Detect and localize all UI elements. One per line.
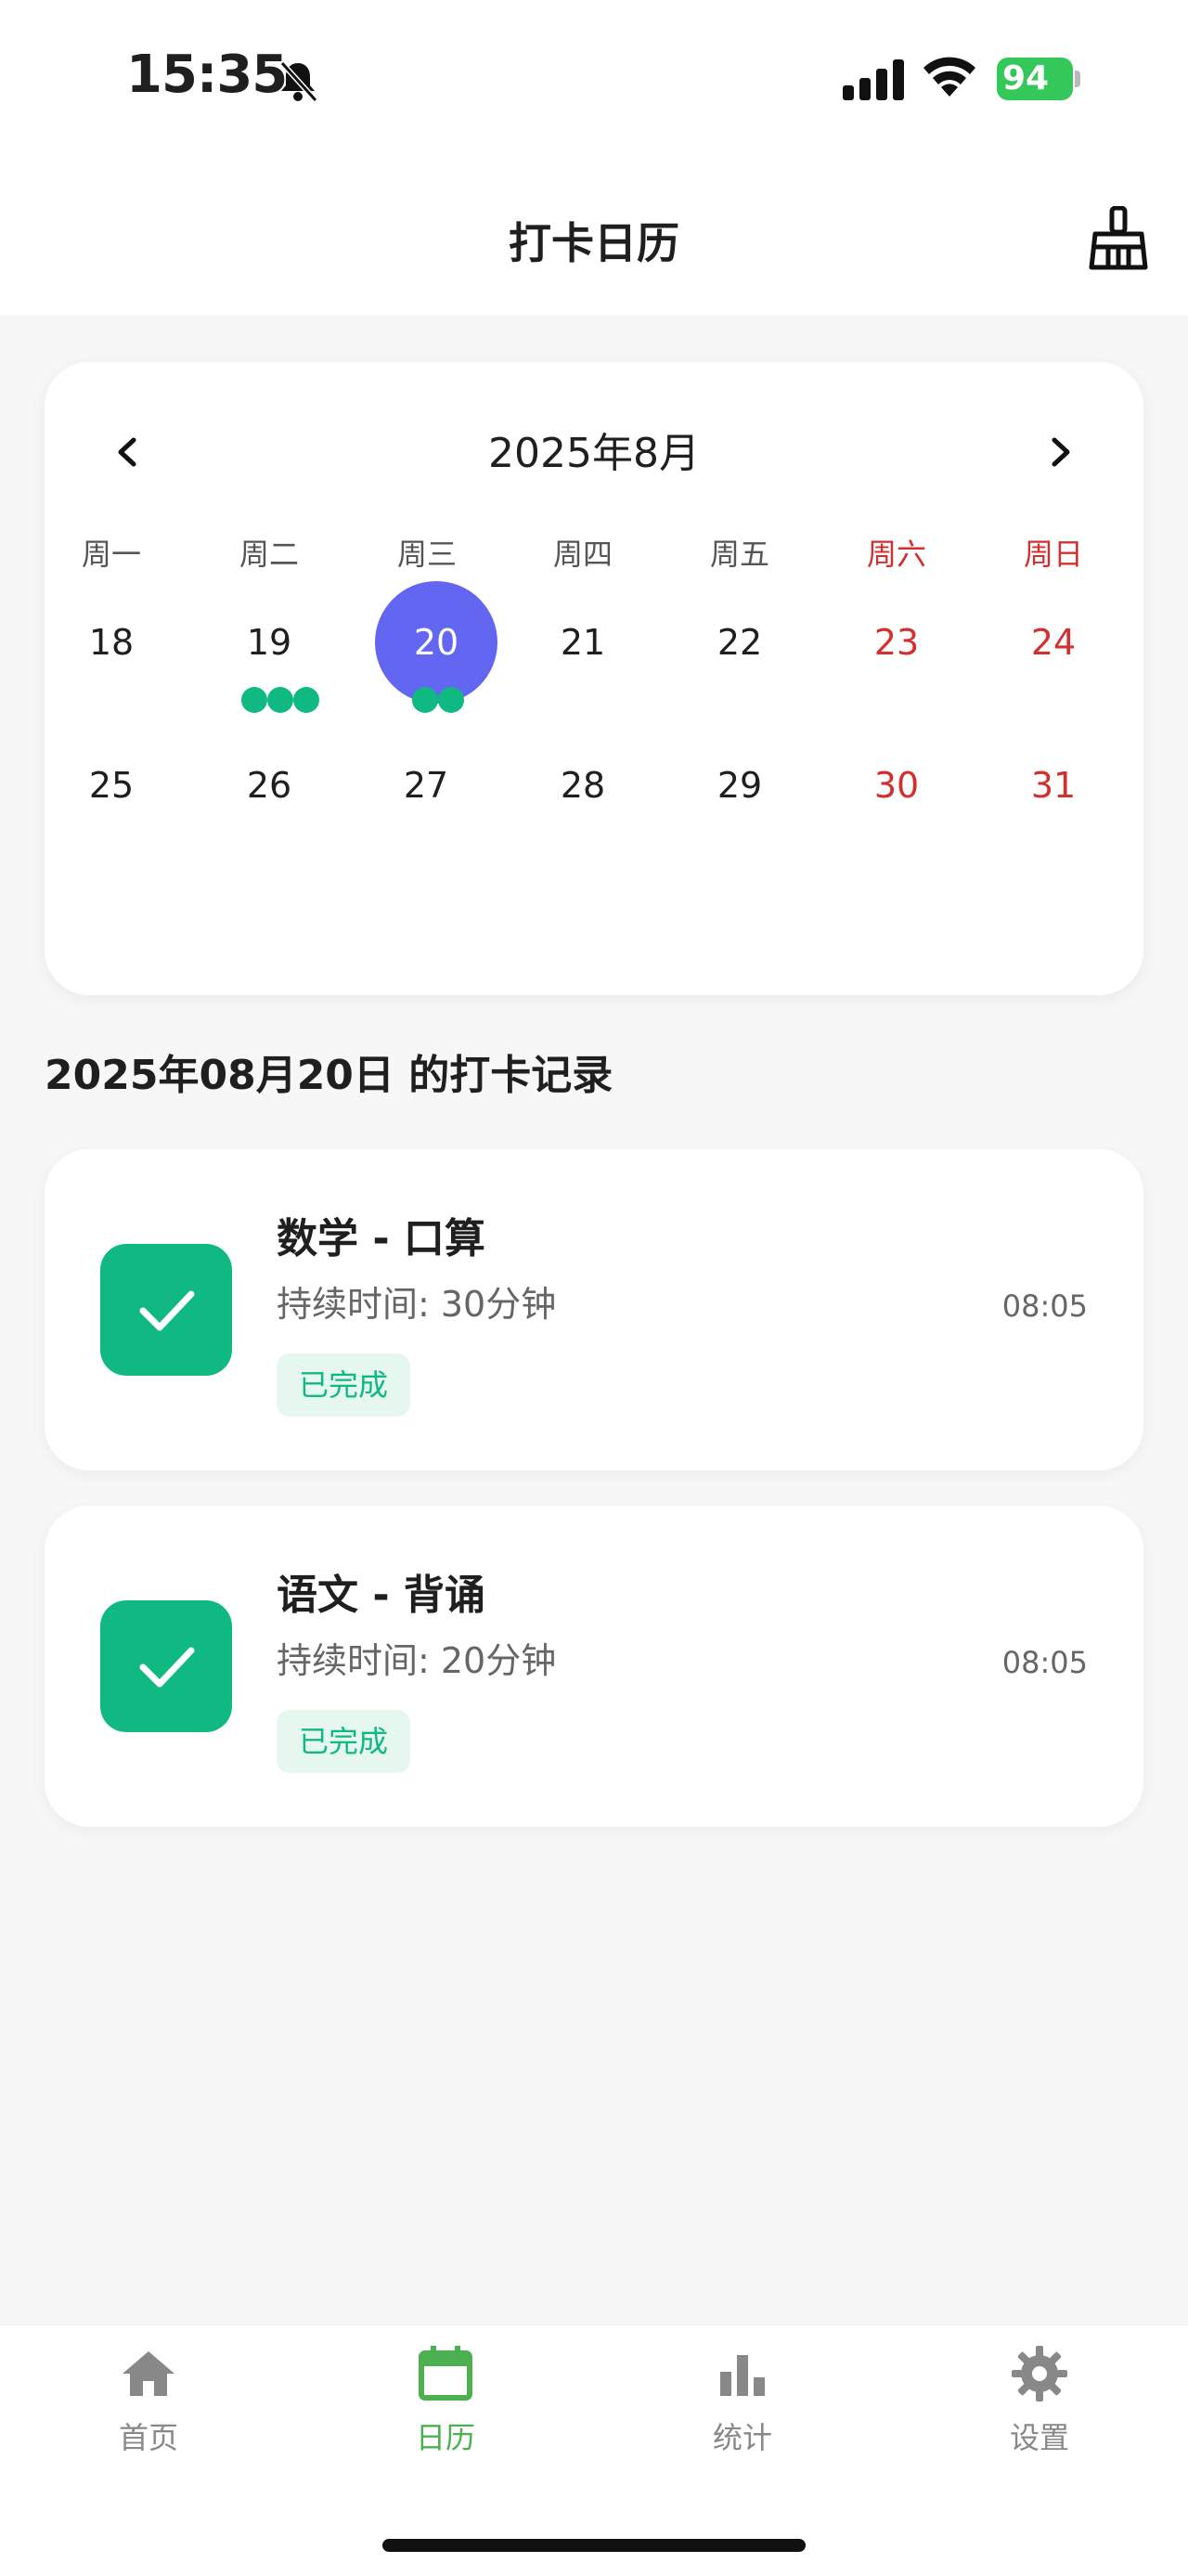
calendar-day[interactable]: 30 bbox=[835, 724, 958, 847]
checkin-dot bbox=[293, 687, 319, 713]
tab-home[interactable]: 首页 bbox=[0, 2325, 297, 2483]
tab-label: 首页 bbox=[118, 2420, 178, 2455]
calendar-day[interactable]: 28 bbox=[522, 724, 644, 847]
bar-chart-icon bbox=[720, 2355, 765, 2396]
weekday-fri: 周五 bbox=[709, 537, 769, 572]
checkin-dots bbox=[412, 687, 464, 713]
weekday-thu: 周四 bbox=[552, 537, 613, 572]
checkin-dot bbox=[438, 687, 464, 713]
calendar-day[interactable]: 29 bbox=[678, 724, 801, 847]
calendar-day[interactable]: 21 bbox=[522, 581, 644, 704]
signal-icon bbox=[843, 59, 904, 100]
record-duration: 持续时间: 30分钟 bbox=[277, 1284, 557, 1325]
battery-cap bbox=[1075, 71, 1080, 87]
tab-label: 日历 bbox=[415, 2420, 475, 2455]
record-time: 08:05 bbox=[1001, 1645, 1088, 1680]
weekday-sun: 周日 bbox=[1023, 537, 1083, 572]
calendar-day[interactable]: 19 bbox=[208, 581, 330, 704]
header: 打卡日历 bbox=[0, 158, 1188, 316]
checkmark-icon bbox=[139, 1647, 195, 1688]
gear-icon bbox=[1012, 2346, 1067, 2401]
checkin-dot bbox=[241, 687, 267, 713]
record-title: 数学 - 口算 bbox=[277, 1215, 485, 1262]
calendar-day[interactable]: 26 bbox=[208, 724, 330, 847]
next-month-chevron-icon[interactable] bbox=[1038, 427, 1084, 477]
checkin-dot bbox=[267, 687, 293, 713]
tab-stats[interactable]: 统计 bbox=[594, 2325, 891, 2483]
record-card[interactable]: 语文 - 背诵 持续时间: 20分钟 已完成 08:05 bbox=[45, 1506, 1143, 1827]
battery-indicator: 94 bbox=[997, 58, 1080, 100]
record-card[interactable]: 数学 - 口算 持续时间: 30分钟 已完成 08:05 bbox=[45, 1149, 1143, 1470]
tab-calendar[interactable]: 日历 bbox=[297, 2325, 594, 2483]
page-title: 打卡日历 bbox=[509, 218, 679, 268]
month-title: 2025年8月 bbox=[488, 430, 700, 477]
weekday-wed: 周三 bbox=[396, 537, 457, 572]
wifi-icon bbox=[923, 57, 975, 97]
status-bar: 15:35 94 bbox=[0, 0, 1188, 158]
tab-label: 统计 bbox=[712, 2420, 772, 2455]
record-time: 08:05 bbox=[1001, 1288, 1088, 1324]
calendar-card: 2025年8月 周一 周二 周三 周四 周五 周六 周日 18 19 20 21… bbox=[45, 362, 1143, 995]
checkin-dots bbox=[241, 687, 319, 713]
records-section-title: 2025年08月20日 的打卡记录 bbox=[45, 1052, 613, 1099]
home-indicator[interactable] bbox=[382, 2539, 806, 2552]
calendar-day[interactable]: 24 bbox=[992, 581, 1115, 704]
calendar-day-selected[interactable]: 20 bbox=[375, 581, 497, 704]
status-time: 15:35 bbox=[126, 45, 288, 105]
checkin-dot bbox=[412, 687, 438, 713]
calendar-day[interactable]: 23 bbox=[835, 581, 958, 704]
clear-broom-icon[interactable] bbox=[1088, 206, 1149, 271]
home-icon bbox=[123, 2351, 174, 2396]
checkmark-icon bbox=[139, 1290, 195, 1331]
record-duration: 持续时间: 20分钟 bbox=[277, 1640, 557, 1681]
status-badge: 已完成 bbox=[277, 1353, 411, 1417]
calendar-icon bbox=[419, 2346, 472, 2401]
status-badge: 已完成 bbox=[277, 1710, 411, 1773]
weekday-sat: 周六 bbox=[866, 537, 926, 572]
check-badge bbox=[100, 1244, 232, 1376]
calendar-day[interactable]: 27 bbox=[365, 724, 487, 847]
weekday-header: 周一 周二 周三 周四 周五 周六 周日 bbox=[45, 531, 1143, 577]
record-title: 语文 - 背诵 bbox=[277, 1572, 485, 1619]
bell-muted-icon bbox=[279, 60, 318, 103]
calendar-day[interactable]: 22 bbox=[678, 581, 801, 704]
weekday-mon: 周一 bbox=[81, 537, 141, 572]
calendar-day[interactable]: 25 bbox=[50, 724, 173, 847]
check-badge bbox=[100, 1600, 232, 1732]
calendar-day[interactable]: 31 bbox=[992, 724, 1115, 847]
tab-settings[interactable]: 设置 bbox=[891, 2325, 1188, 2483]
weekday-tue: 周二 bbox=[239, 537, 299, 572]
battery-level: 94 bbox=[997, 58, 1073, 100]
calendar-day[interactable]: 18 bbox=[50, 581, 173, 704]
tab-label: 设置 bbox=[1009, 2420, 1069, 2455]
